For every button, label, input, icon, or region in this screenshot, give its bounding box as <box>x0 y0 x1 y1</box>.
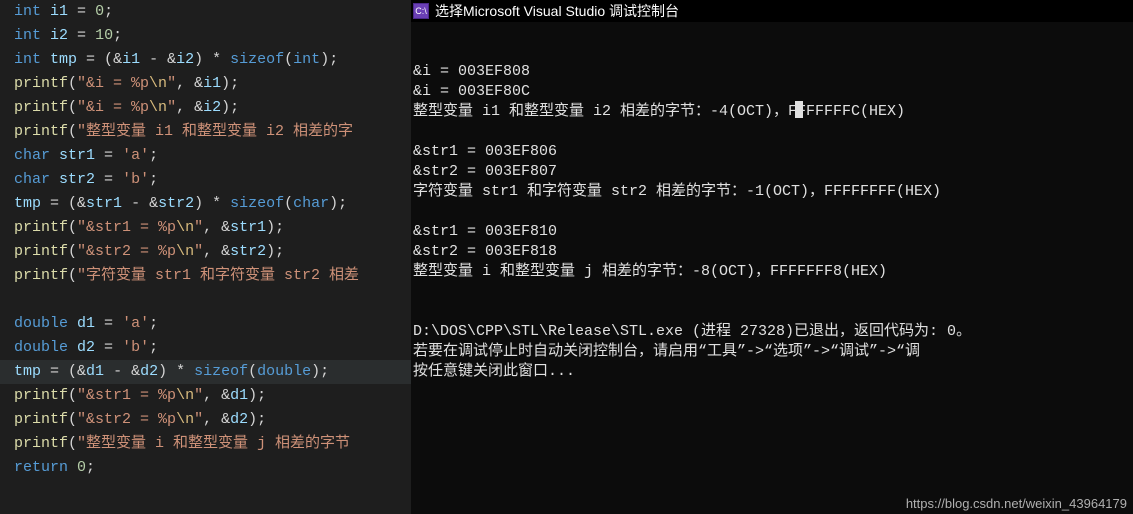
console-line: &str2 = 003EF818 <box>413 242 1131 262</box>
code-line[interactable]: printf("&str2 = %p\n", &d2); <box>14 408 397 432</box>
code-line[interactable]: printf("&str2 = %p\n", &str2); <box>14 240 397 264</box>
console-line <box>413 122 1131 142</box>
console-line: 字符变量 str1 和字符变量 str2 相差的字节：-1(OCT)，FFFFF… <box>413 182 1131 202</box>
code-line[interactable]: char str2 = 'b'; <box>14 168 397 192</box>
console-title: 选择Microsoft Visual Studio 调试控制台 <box>435 1 679 21</box>
code-line[interactable] <box>14 288 397 312</box>
code-line[interactable]: printf("&i = %p\n", &i1); <box>14 72 397 96</box>
code-line[interactable]: int i2 = 10; <box>14 24 397 48</box>
code-line[interactable]: tmp = (&str1 - &str2) * sizeof(char); <box>14 192 397 216</box>
console-line: 整型变量 i1 和整型变量 i2 相差的字节：-4(OCT)，FFFFFFFC(… <box>413 102 1131 122</box>
console-line: &str2 = 003EF807 <box>413 162 1131 182</box>
code-line[interactable]: char str1 = 'a'; <box>14 144 397 168</box>
console-titlebar[interactable]: C:\ 选择Microsoft Visual Studio 调试控制台 <box>411 0 1133 22</box>
vs-icon: C:\ <box>413 3 429 19</box>
console-line: &str1 = 003EF810 <box>413 222 1131 242</box>
code-line[interactable]: tmp = (&d1 - &d2) * sizeof(double); <box>0 360 411 384</box>
code-line[interactable]: printf("整型变量 i 和整型变量 j 相差的字节 <box>14 432 397 456</box>
code-line[interactable]: double d2 = 'b'; <box>14 336 397 360</box>
console-line: 按任意键关闭此窗口... <box>413 362 1131 382</box>
console-line: 若要在调试停止时自动关闭控制台，请启用“工具”->“选项”->“调试”->“调 <box>413 342 1131 362</box>
code-line[interactable]: printf("整型变量 i1 和整型变量 i2 相差的字 <box>14 120 397 144</box>
debug-console: C:\ 选择Microsoft Visual Studio 调试控制台 &i =… <box>411 0 1133 514</box>
console-line: D:\DOS\CPP\STL\Release\STL.exe (进程 27328… <box>413 322 1131 342</box>
console-line <box>413 302 1131 322</box>
console-line <box>413 202 1131 222</box>
console-output[interactable]: &i = 003EF808&i = 003EF80C整型变量 i1 和整型变量 … <box>411 22 1133 514</box>
code-line[interactable]: printf("&str1 = %p\n", &str1); <box>14 216 397 240</box>
code-line[interactable]: return 0; <box>14 456 397 480</box>
code-line[interactable]: printf("&i = %p\n", &i2); <box>14 96 397 120</box>
code-line[interactable]: printf("&str1 = %p\n", &d1); <box>14 384 397 408</box>
console-line: &str1 = 003EF806 <box>413 142 1131 162</box>
code-line[interactable]: printf("字符变量 str1 和字符变量 str2 相差 <box>14 264 397 288</box>
code-line[interactable]: double d1 = 'a'; <box>14 312 397 336</box>
console-line <box>413 282 1131 302</box>
text-cursor <box>795 101 803 118</box>
console-line: &i = 003EF80C <box>413 82 1131 102</box>
code-line[interactable]: int i1 = 0; <box>14 0 397 24</box>
console-line: &i = 003EF808 <box>413 62 1131 82</box>
console-line: 整型变量 i 和整型变量 j 相差的字节：-8(OCT)，FFFFFFF8(HE… <box>413 262 1131 282</box>
code-editor[interactable]: int i1 = 0;int i2 = 10;int tmp = (&i1 - … <box>0 0 411 514</box>
code-line[interactable]: int tmp = (&i1 - &i2) * sizeof(int); <box>14 48 397 72</box>
watermark: https://blog.csdn.net/weixin_43964179 <box>906 496 1127 511</box>
